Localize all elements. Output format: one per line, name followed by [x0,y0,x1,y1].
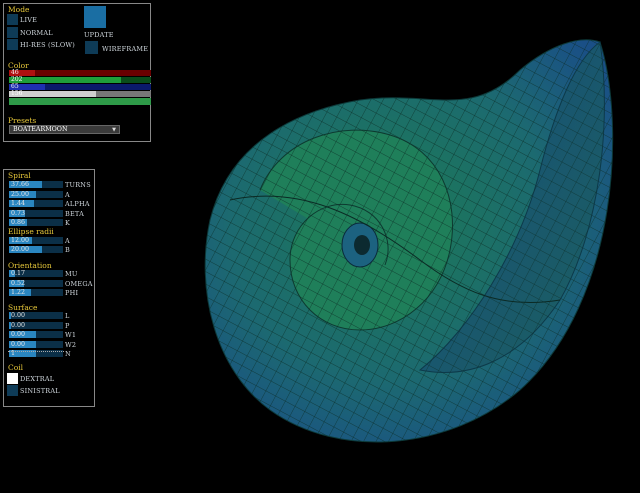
hires-label: HI-RES (SLOW) [20,41,76,49]
orientation-slider-mu[interactable]: 0.17 [9,270,63,277]
params-panel: Spiral 37.66 TURNS 25.00 A 1.44 ALPHA 0.73 BETA… [3,169,95,407]
blue-slider[interactable]: 65 [9,83,151,90]
surface-value-l: 0.00 [11,312,26,319]
spiral-label-a: A [65,190,70,199]
orientation-slider-omega[interactable]: 0.52 [9,279,63,287]
spiral-slider-turns[interactable]: 37.66 [9,181,63,188]
spiral-heading: Spiral [8,171,31,180]
orientation-value-phi: 1.22 [11,289,26,296]
surface-slider-p[interactable]: 0.00 [9,321,63,329]
coil-heading: Coil [8,363,24,372]
presets-selected: BOATEARMOON [13,126,68,133]
ellipse-slider-b[interactable]: 20.00 [9,246,63,253]
red-slider[interactable]: 46 [9,69,151,76]
hires-toggle[interactable] [7,39,18,50]
spiral-label-alpha: ALPHA [65,200,90,208]
spiral-value-beta: 0.73 [11,209,26,217]
normal-toggle[interactable] [7,27,18,38]
orientation-value-mu: 0.17 [11,270,26,277]
color-swatch [9,98,151,105]
surface-value-w2: 0.00 [11,340,26,348]
surface-ticks [8,351,64,354]
surface-slider-w1[interactable]: 0.00 [9,331,63,338]
sinistral-toggle[interactable] [7,385,18,396]
orientation-label-mu: MU [65,270,78,278]
ellipse-value-b: 20.00 [11,246,30,253]
orientation-label-omega: OMEGA [65,279,93,288]
orientation-label-phi: PHI [65,289,79,297]
ellipse-value-a: 12.00 [11,237,30,244]
spiral-value-a: 25.00 [11,190,30,198]
alpha-slider[interactable]: 156 [9,90,151,97]
green-slider[interactable]: 202 [9,76,151,83]
spiral-label-turns: TURNS [65,181,91,189]
spiral-value-k: 0.86 [11,219,26,226]
update-label: UPDATE [84,31,114,39]
spiral-slider-alpha[interactable]: 1.44 [9,200,63,207]
update-button[interactable] [84,6,106,28]
presets-heading: Presets [8,116,37,125]
presets-select[interactable]: BOATEARMOON ▼ [9,125,120,134]
mode-heading: Mode [8,5,30,14]
ellipse-slider-a[interactable]: 12.00 [9,237,63,244]
spiral-slider-k[interactable]: 0.86 [9,219,63,226]
spiral-label-k: K [65,219,71,227]
surface-label-w2: W2 [65,340,77,349]
spiral-value-turns: 37.66 [11,181,30,188]
orientation-slider-phi[interactable]: 1.22 [9,289,63,296]
surface-value-p: 0.00 [11,321,26,329]
orientation-value-omega: 0.52 [11,279,26,287]
surface-slider-w2[interactable]: 0.00 [9,340,63,348]
ellipse-label-b: B [65,246,70,254]
live-toggle[interactable] [7,14,18,25]
surface-label-n: N [65,350,71,358]
mode-panel: Mode LIVE NORMAL HI-RES (SLOW) UPDATE WI… [3,3,151,142]
live-label: LIVE [20,16,38,24]
alpha-value: 156 [11,90,23,97]
wireframe-toggle[interactable] [85,41,98,54]
surface-value-w1: 0.00 [11,331,26,338]
spiral-slider-beta[interactable]: 0.73 [9,209,63,217]
surface-label-p: P [65,321,70,330]
spiral-label-beta: BETA [65,209,84,218]
normal-label: NORMAL [20,29,53,37]
ellipse-label-a: A [65,237,70,245]
dropdown-arrow-icon: ▼ [112,127,116,133]
wireframe-label: WIREFRAME [102,45,149,53]
dextral-label: DEXTRAL [20,375,55,383]
sinistral-label: SINISTRAL [20,387,60,395]
surface-slider-l[interactable]: 0.00 [9,312,63,319]
surface-label-w1: W1 [65,331,77,339]
spiral-value-alpha: 1.44 [11,200,26,207]
ellipse-heading: Ellipse radii [8,227,54,236]
surface-label-l: L [65,312,70,320]
spiral-slider-a[interactable]: 25.00 [9,190,63,198]
dextral-toggle[interactable] [7,373,18,384]
